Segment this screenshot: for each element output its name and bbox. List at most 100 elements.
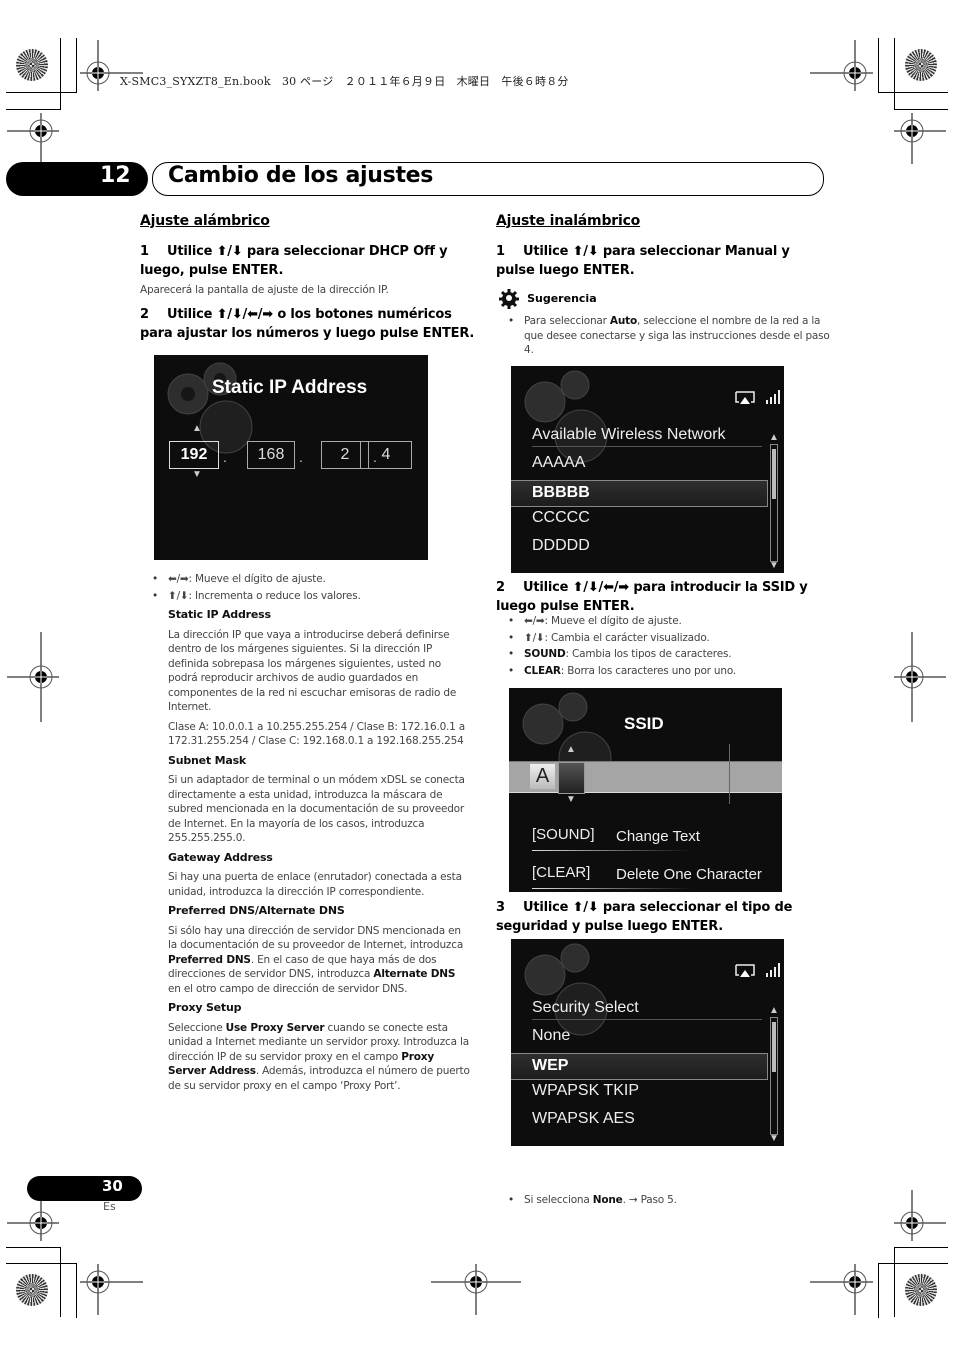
list-item[interactable]: CCCCC <box>532 509 590 527</box>
color-bar-rosette-icon <box>16 49 48 81</box>
wireless-step-1: 1 Utilice ⬆/⬇ para seleccionar Manual y p… <box>496 242 826 280</box>
step-text: Utilice ⬆/⬇/⬅/➡ para introducir la SSID … <box>496 580 808 614</box>
ip-octet-field[interactable]: 4 <box>360 441 412 469</box>
color-bar-rosette-icon <box>905 1274 937 1306</box>
list-item[interactable]: WPAPSK TKIP <box>532 1082 639 1100</box>
security-select-screen: Security Select None WEP WPAPSK TKIP WPAPSK… <box>511 939 784 1146</box>
crop-line <box>878 1263 948 1264</box>
scrollbar[interactable] <box>770 444 778 562</box>
section-paragraph: La dirección IP que vaya a introducirse … <box>168 628 457 714</box>
bullet-item: ⬆/⬇: Cambia el carácter visualizado. <box>508 631 828 646</box>
page-number: 30 <box>102 1177 123 1195</box>
divider <box>729 744 730 804</box>
ip-octet-field[interactable]: 168 <box>247 441 295 469</box>
screen-title: Static IP Address <box>212 377 368 398</box>
airplay-icon <box>735 391 755 404</box>
crop-line <box>878 38 879 93</box>
hint-key: [CLEAR] <box>532 864 591 881</box>
section-paragraph: Si un adaptador de terminal o un módem x… <box>168 774 465 844</box>
wired-bullets: ⬅/➡: Mueve el dígito de ajuste. ⬆/⬇: Incr… <box>152 572 472 605</box>
scrollbar-thumb[interactable] <box>772 1022 776 1072</box>
section-title: Preferred DNS/Alternate DNS <box>168 904 345 917</box>
section-paragraph: Si hay una puerta de enlace (enrutador) … <box>168 871 462 898</box>
up-arrow-icon: ▲ <box>192 423 202 434</box>
crop-line <box>878 92 948 93</box>
step-number: 1 <box>140 244 149 259</box>
hint-underline <box>532 888 692 889</box>
ssid-screen: SSID ▲ A ▼ [SOUND] Change Text [CLEAR] Dele… <box>509 688 782 892</box>
crop-line <box>894 109 948 110</box>
scroll-up-icon[interactable]: ▲ <box>769 432 779 443</box>
step-number: 1 <box>496 244 505 259</box>
list-item[interactable]: None <box>532 1027 570 1045</box>
registration-mark-icon <box>894 632 946 722</box>
crop-line <box>6 92 76 93</box>
ssid-entered-char: A <box>530 764 555 789</box>
list-item[interactable]: WPAPSK AES <box>532 1110 635 1128</box>
section-title: Subnet Mask <box>168 753 247 767</box>
crop-line <box>894 38 895 110</box>
step-number: 3 <box>496 900 505 915</box>
wireless-heading: Ajuste inalámbrico <box>496 213 641 229</box>
ip-octet-field[interactable]: 192 <box>169 441 219 469</box>
ssid-cursor[interactable] <box>558 762 585 794</box>
scrollbar-thumb[interactable] <box>772 449 776 499</box>
lightbulb-icon <box>499 288 519 309</box>
crop-line <box>76 1263 77 1318</box>
crop-line <box>6 1263 76 1264</box>
crop-line <box>6 109 60 110</box>
signal-strength-icon <box>766 963 780 977</box>
list-item[interactable]: AAAAA <box>532 454 585 472</box>
step-number: 2 <box>140 307 149 322</box>
scroll-down-icon[interactable]: ▼ <box>769 560 779 571</box>
security-footnote: Si selecciona None. → Paso 5. <box>508 1193 844 1208</box>
step-text: Utilice ⬆/⬇ para seleccionar DHCP Off y … <box>140 244 448 278</box>
list-item-label: WEP <box>532 1056 569 1074</box>
list-item-selected[interactable]: BBBBB <box>511 479 768 507</box>
bullet-item: ⬅/➡: Mueve el dígito de ajuste. <box>508 614 828 629</box>
chapter-number: 12 <box>100 163 131 188</box>
language-code: Es <box>103 1200 116 1213</box>
scroll-down-icon[interactable]: ▼ <box>769 1133 779 1144</box>
list-item-selected[interactable]: WEP <box>511 1052 768 1080</box>
hint-label: Delete One Character <box>616 866 762 883</box>
print-header: X-SMC3_SYXZT8_En.book 30 ページ ２０１１年６月９日 木… <box>120 75 569 88</box>
wired-heading: Ajuste alámbrico <box>140 213 270 229</box>
list-header: Available Wireless Network <box>532 426 762 447</box>
crop-line <box>60 1247 61 1317</box>
crop-line <box>878 1263 879 1318</box>
wireless-step-2: 2 Utilice ⬆/⬇/⬅/➡ para introducir la SSID… <box>496 578 831 616</box>
screen-title: SSID <box>624 714 664 733</box>
section-title: Proxy Setup <box>168 1001 242 1014</box>
step-number: 2 <box>496 580 505 595</box>
registration-mark-icon <box>431 1264 521 1315</box>
static-ip-screen: Static IP Address ▲ 192. 168. 2. 4 ▼ <box>154 355 428 560</box>
registration-mark-icon <box>7 632 59 722</box>
tip-label: Sugerencia <box>527 292 597 305</box>
bullet-item: ⬅/➡: Mueve el dígito de ajuste. <box>152 572 472 587</box>
crop-line <box>60 38 61 110</box>
down-arrow-icon: ▼ <box>192 469 202 480</box>
crop-line <box>76 38 77 93</box>
scroll-up-icon[interactable]: ▲ <box>769 1005 779 1016</box>
bullet-item: SOUND: Cambia los tipos de caracteres. <box>508 647 828 662</box>
hint-key: [SOUND] <box>532 826 595 843</box>
list-item-label: BBBBB <box>532 483 590 501</box>
up-arrow-icon: ▲ <box>566 744 576 755</box>
list-header: Security Select <box>532 999 762 1020</box>
wired-step-1: 1 Utilice ⬆/⬇ para seleccionar DHCP Off y… <box>140 242 470 280</box>
step-text: Utilice ⬆/⬇/⬅/➡ o los botones numéricos … <box>140 307 475 341</box>
list-item[interactable]: DDDDD <box>532 537 590 555</box>
color-bar-rosette-icon <box>16 1274 48 1306</box>
down-arrow-icon: ▼ <box>566 794 576 805</box>
wired-field-descriptions: Static IP Address La dirección IP que vay… <box>168 608 470 1098</box>
wireless-step-3: 3 Utilice ⬆/⬇ para seleccionar el tipo de… <box>496 898 831 936</box>
section-title: Gateway Address <box>168 850 273 864</box>
step-text: Utilice ⬆/⬇ para seleccionar el tipo de … <box>496 900 793 934</box>
crop-line <box>894 1247 895 1317</box>
chapter-title: Cambio de los ajustes <box>168 163 434 188</box>
signal-strength-icon <box>766 390 780 404</box>
wireless-network-screen: Available Wireless Network AAAAA BBBBB CCC… <box>511 366 784 573</box>
scrollbar[interactable] <box>770 1017 778 1135</box>
page-number-badge <box>27 1176 142 1201</box>
